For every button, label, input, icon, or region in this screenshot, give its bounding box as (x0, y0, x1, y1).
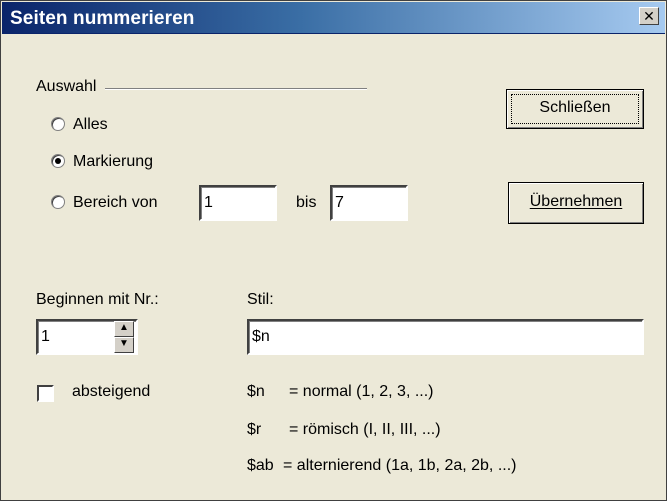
legend-desc-alternating: = alternierend (1a, 1b, 2a, 2b, ...) (283, 457, 517, 474)
close-window-button[interactable]: ✕ (639, 7, 659, 25)
group-separator (105, 88, 367, 90)
spin-up-button[interactable]: ▲ (114, 321, 134, 337)
apply-button[interactable]: Übernehmen (508, 182, 644, 224)
spin-down-button[interactable]: ▼ (114, 337, 134, 353)
range-from-input[interactable]: 1 (199, 185, 277, 221)
window-title: Seiten nummerieren (10, 8, 195, 29)
style-input[interactable]: $n (247, 319, 644, 355)
radio-markierung-label[interactable]: Markierung (73, 153, 153, 171)
arrow-down-icon: ▼ (119, 338, 129, 349)
range-to-value: 7 (335, 194, 344, 211)
style-value: $n (252, 328, 270, 345)
radio-bereich[interactable] (51, 195, 65, 209)
start-number-value: 1 (41, 328, 50, 345)
range-from-value: 1 (204, 194, 213, 211)
legend-code-roman: $r (247, 421, 262, 438)
close-button[interactable]: Schließen (506, 89, 644, 129)
legend-code-alternating: $ab (247, 457, 274, 474)
range-to-input[interactable]: 7 (330, 185, 408, 221)
radio-bereich-label[interactable]: Bereich von (73, 194, 158, 212)
apply-button-label: Übernehmen (529, 193, 623, 210)
style-label: Stil: (247, 291, 274, 308)
radio-alles[interactable] (51, 117, 65, 131)
title-bar[interactable]: Seiten nummerieren ✕ (2, 2, 665, 34)
descending-label[interactable]: absteigend (72, 383, 150, 401)
radio-alles-label[interactable]: Alles (73, 116, 108, 134)
focus-ring (511, 94, 639, 124)
descending-checkbox[interactable] (37, 385, 54, 402)
bis-label: bis (296, 194, 317, 211)
arrow-up-icon: ▲ (119, 322, 129, 333)
dialog-window: Seiten nummerieren ✕ Auswahl Alles Marki… (0, 0, 667, 501)
auswahl-group-label: Auswahl (36, 78, 97, 95)
radio-markierung[interactable] (51, 154, 65, 168)
legend-desc-roman: = römisch (I, II, III, ...) (289, 421, 441, 438)
start-number-label: Beginnen mit Nr.: (36, 291, 159, 308)
close-icon: ✕ (643, 8, 655, 24)
legend-desc-normal: = normal (1, 2, 3, ...) (289, 383, 434, 400)
legend-code-normal: $n (247, 383, 265, 400)
